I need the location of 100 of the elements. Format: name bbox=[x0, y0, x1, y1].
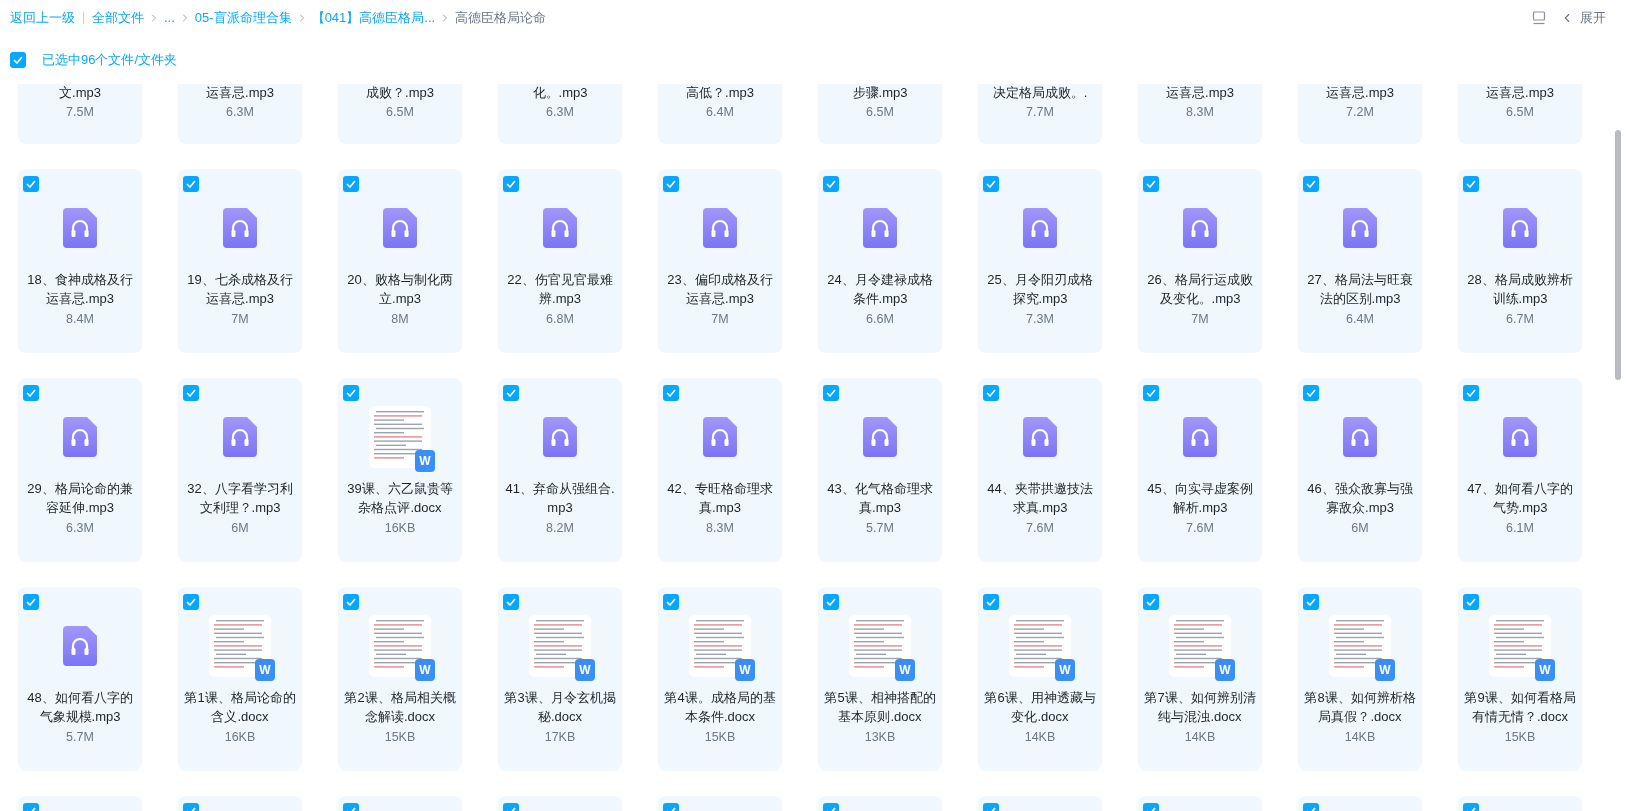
file-card[interactable]: 47、如何看八字的气势.mp3 6.1M bbox=[1458, 378, 1582, 562]
file-card[interactable]: 24、月令建禄成格条件.mp3 6.6M bbox=[818, 169, 942, 353]
scrollbar-thumb[interactable] bbox=[1615, 130, 1621, 380]
checkbox[interactable] bbox=[183, 385, 199, 401]
file-card[interactable]: 45、向实寻虚案例解析.mp3 7.6M bbox=[1138, 378, 1262, 562]
checkmark-icon bbox=[1466, 389, 1476, 397]
file-card[interactable]: 32、八字看学习利文利理？.mp3 6M bbox=[178, 378, 302, 562]
file-card[interactable]: W 第2课、格局相关概念解读.docx 15KB bbox=[338, 587, 462, 771]
file-card[interactable]: W 第6课、用神透藏与变化.docx 14KB bbox=[978, 587, 1102, 771]
file-card[interactable]: 步骤.mp3 6.5M bbox=[818, 84, 942, 144]
checkbox[interactable] bbox=[503, 594, 519, 610]
file-card[interactable]: 22、伤官见官最难辨.mp3 6.8M bbox=[498, 169, 622, 353]
checkmark-icon bbox=[1466, 180, 1476, 188]
file-card[interactable]: 文.mp3 7.5M bbox=[18, 84, 142, 144]
checkmark-icon bbox=[1146, 389, 1156, 397]
checkbox[interactable] bbox=[1143, 176, 1159, 192]
checkbox[interactable] bbox=[343, 594, 359, 610]
file-name: 24、月令建禄成格条件.mp3 bbox=[826, 271, 934, 308]
file-card[interactable]: 运喜忌.mp3 8.3M bbox=[1138, 84, 1262, 144]
panel-icon[interactable] bbox=[1532, 11, 1546, 25]
file-card[interactable]: 运喜忌.mp3 6.3M bbox=[178, 84, 302, 144]
file-name: 高低？.mp3 bbox=[686, 84, 754, 102]
checkmark-icon bbox=[666, 180, 676, 188]
file-card[interactable]: 25、月令阳刃成格探究.mp3 7.3M bbox=[978, 169, 1102, 353]
file-name: 22、伤官见官最难辨.mp3 bbox=[506, 271, 614, 308]
checkbox[interactable] bbox=[983, 594, 999, 610]
audio-file-icon bbox=[543, 417, 577, 457]
checkbox[interactable] bbox=[23, 385, 39, 401]
checkmark-icon bbox=[26, 598, 36, 606]
file-name: 第9课、如何看格局有情无情？.docx bbox=[1463, 689, 1577, 726]
checkbox[interactable] bbox=[1143, 594, 1159, 610]
file-card[interactable]: W 第4课。成格局的基本条件.docx 15KB bbox=[658, 587, 782, 771]
checkbox[interactable] bbox=[503, 385, 519, 401]
file-card[interactable]: 运喜忌.mp3 6.5M bbox=[1458, 84, 1582, 144]
checkbox[interactable] bbox=[343, 385, 359, 401]
checkbox[interactable] bbox=[503, 176, 519, 192]
file-card[interactable]: 42、专旺格命理求真.mp3 8.3M bbox=[658, 378, 782, 562]
file-card[interactable]: W 39课、六乙鼠贵等杂格点评.docx 16KB bbox=[338, 378, 462, 562]
file-size: 15KB bbox=[1504, 729, 1536, 746]
file-size: 7.6M bbox=[1026, 520, 1054, 537]
file-card[interactable]: W 第7课、如何辨别清纯与混浊.docx 14KB bbox=[1138, 587, 1262, 771]
checkbox[interactable] bbox=[983, 176, 999, 192]
checkmark-icon bbox=[986, 180, 996, 188]
file-card[interactable]: 28、格局成败辨析训练.mp3 6.7M bbox=[1458, 169, 1582, 353]
checkbox[interactable] bbox=[823, 176, 839, 192]
file-card[interactable]: W 第5课、相神搭配的基本原则.docx 13KB bbox=[818, 587, 942, 771]
checkbox[interactable] bbox=[823, 385, 839, 401]
file-size: 14KB bbox=[1344, 729, 1376, 746]
audio-file-icon bbox=[1343, 208, 1377, 248]
checkbox[interactable] bbox=[183, 594, 199, 610]
checkbox[interactable] bbox=[663, 385, 679, 401]
file-card[interactable]: 48、如何看八字的气象规模.mp3 5.7M bbox=[18, 587, 142, 771]
file-name: 成败？.mp3 bbox=[366, 84, 434, 102]
file-card[interactable]: W 第1课、格局论命的含义.docx 16KB bbox=[178, 587, 302, 771]
file-card[interactable]: 26、格局行运成败及变化。.mp3 7M bbox=[1138, 169, 1262, 353]
checkbox[interactable] bbox=[1303, 385, 1319, 401]
checkbox[interactable] bbox=[663, 594, 679, 610]
file-card[interactable]: 高低？.mp3 6.4M bbox=[658, 84, 782, 144]
checkbox[interactable] bbox=[10, 52, 26, 68]
file-card[interactable]: 成败？.mp3 6.5M bbox=[338, 84, 462, 144]
file-size: 7M bbox=[1191, 311, 1209, 328]
file-card[interactable]: 29、格局论命的兼容延伸.mp3 6.3M bbox=[18, 378, 142, 562]
audio-file-icon bbox=[863, 417, 897, 457]
current-folder: 高德臣格局论命 bbox=[455, 9, 547, 28]
file-card[interactable]: 化。.mp3 6.3M bbox=[498, 84, 622, 144]
file-card[interactable]: 运喜忌.mp3 7.2M bbox=[1298, 84, 1422, 144]
checkbox[interactable] bbox=[1303, 594, 1319, 610]
checkbox[interactable] bbox=[1143, 385, 1159, 401]
file-card[interactable]: W 第3课、月令玄机揭秘.docx 17KB bbox=[498, 587, 622, 771]
file-card[interactable]: W 第8课、如何辨析格局真假？.docx 14KB bbox=[1298, 587, 1422, 771]
file-card[interactable]: 41、弃命从强组合.mp3 8.2M bbox=[498, 378, 622, 562]
file-card[interactable]: W 第9课、如何看格局有情无情？.docx 15KB bbox=[1458, 587, 1582, 771]
checkbox[interactable] bbox=[1463, 594, 1479, 610]
file-card[interactable]: 20、败格与制化两立.mp3 8M bbox=[338, 169, 462, 353]
checkbox[interactable] bbox=[23, 594, 39, 610]
expand-button[interactable]: 展开 bbox=[1560, 8, 1606, 28]
checkmark-icon bbox=[826, 180, 836, 188]
file-card[interactable]: 决定格局成败。. 7.7M bbox=[978, 84, 1102, 144]
file-name: 44、夹带拱邀技法求真.mp3 bbox=[986, 480, 1094, 517]
file-name: 决定格局成败。. bbox=[992, 84, 1088, 102]
file-card[interactable]: 18、食神成格及行运喜忌.mp3 8.4M bbox=[18, 169, 142, 353]
file-card[interactable]: 23、偏印成格及行运喜忌.mp3 7M bbox=[658, 169, 782, 353]
checkbox[interactable] bbox=[1303, 176, 1319, 192]
checkbox[interactable] bbox=[663, 176, 679, 192]
checkbox[interactable] bbox=[823, 594, 839, 610]
file-card[interactable]: 46、强众敌寡与强寡敌众.mp3 6M bbox=[1298, 378, 1422, 562]
checkbox[interactable] bbox=[1463, 176, 1479, 192]
checkbox[interactable] bbox=[1463, 385, 1479, 401]
checkmark-icon bbox=[1306, 389, 1316, 397]
checkbox[interactable] bbox=[183, 176, 199, 192]
audio-file-icon bbox=[223, 417, 257, 457]
file-name: 第7课、如何辨别清纯与混浊.docx bbox=[1143, 689, 1257, 726]
checkbox[interactable] bbox=[23, 176, 39, 192]
file-size: 8.4M bbox=[66, 311, 94, 328]
file-card[interactable]: 43、化气格命理求真.mp3 5.7M bbox=[818, 378, 942, 562]
checkbox[interactable] bbox=[343, 176, 359, 192]
checkbox[interactable] bbox=[983, 385, 999, 401]
file-card[interactable]: 27、格局法与旺衰法的区别.mp3 6.4M bbox=[1298, 169, 1422, 353]
file-card[interactable]: 19、七杀成格及行运喜忌.mp3 7M bbox=[178, 169, 302, 353]
file-card[interactable]: 44、夹带拱邀技法求真.mp3 7.6M bbox=[978, 378, 1102, 562]
